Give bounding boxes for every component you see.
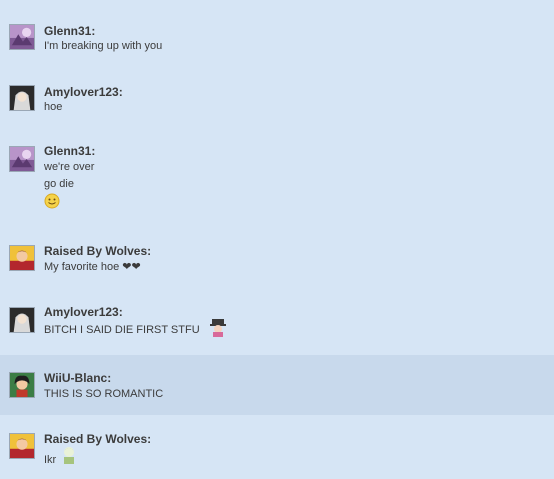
character-sticker-emoji [60, 445, 78, 469]
message-text: I'm breaking up with you [44, 40, 163, 52]
message-username[interactable]: Amylover123: [44, 85, 123, 99]
avatar-image [10, 373, 34, 397]
chat-message: Raised By Wolves: Ikr [0, 425, 554, 479]
message-text: My favorite hoe ❤❤ [44, 261, 141, 273]
chat-message: Amylover123: hoe [0, 80, 554, 120]
message-text: hoe [44, 101, 63, 113]
user-avatar-glenn31[interactable] [9, 24, 35, 50]
chat-log: Glenn31: I'm breaking up with you Amylov… [0, 0, 554, 479]
message-text: go die [44, 178, 74, 190]
message-username[interactable]: Glenn31: [44, 24, 95, 38]
user-avatar-wiiu-blanc[interactable] [9, 372, 35, 398]
message-text: THIS IS SO ROMANTIC [44, 388, 164, 400]
chat-message: Amylover123: BITCH I SAID DIE FIRST STFU [0, 300, 554, 345]
message-text: Ikr [44, 454, 57, 466]
character-sticker-emoji [208, 318, 228, 342]
avatar-image [10, 147, 34, 171]
avatar-image [10, 308, 34, 332]
message-username[interactable]: Raised By Wolves: [44, 244, 151, 258]
avatar-image [10, 86, 34, 110]
message-username[interactable]: Amylover123: [44, 305, 123, 319]
user-avatar-raised-by-wolves[interactable] [9, 245, 35, 271]
user-avatar-glenn31[interactable] [9, 146, 35, 172]
user-avatar-amylover123[interactable] [9, 307, 35, 333]
user-avatar-raised-by-wolves[interactable] [9, 433, 35, 459]
smiley-emoji [44, 193, 60, 213]
chat-message: Glenn31: we're over go die [0, 140, 554, 215]
message-text: we're over [44, 161, 95, 173]
message-text: BITCH I SAID DIE FIRST STFU [44, 324, 200, 336]
avatar-image [10, 434, 34, 458]
message-username[interactable]: Raised By Wolves: [44, 432, 151, 446]
avatar-image [10, 246, 34, 270]
message-username[interactable]: Glenn31: [44, 144, 95, 158]
message-username[interactable]: WiiU-Blanc: [44, 371, 111, 385]
chat-message-highlighted: WiiU-Blanc: THIS IS SO ROMANTIC [0, 355, 554, 415]
chat-message: Glenn31: I'm breaking up with you [0, 18, 554, 58]
chat-message: Raised By Wolves: My favorite hoe ❤❤ [0, 238, 554, 278]
user-avatar-amylover123[interactable] [9, 85, 35, 111]
avatar-image [10, 25, 34, 49]
